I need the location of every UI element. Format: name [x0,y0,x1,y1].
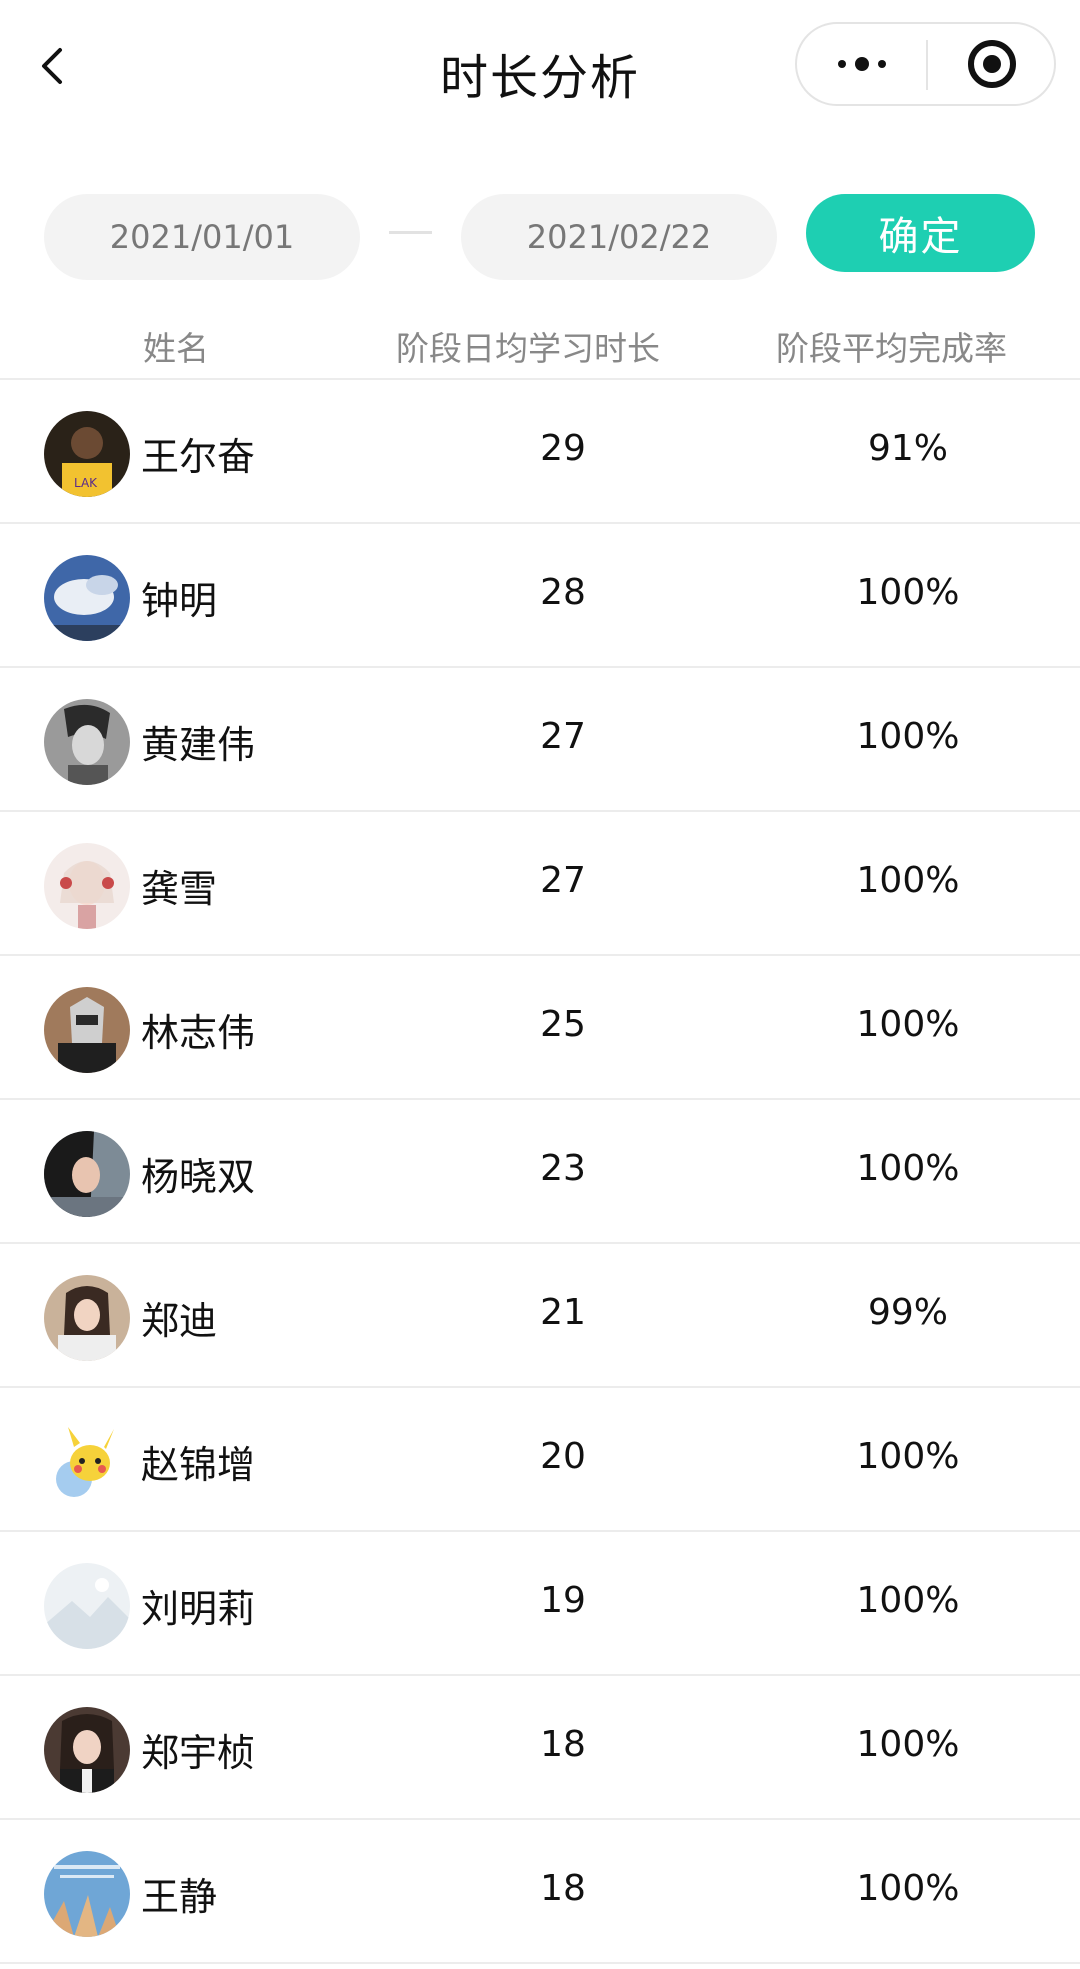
student-name: 王静 [141,1875,218,1919]
student-name: 龚雪 [141,867,218,911]
table-row[interactable]: 郑迪 21 99% [0,1244,1080,1388]
student-name: 钟明 [141,579,218,623]
more-dots-icon-right [878,60,886,68]
completion-rate: 100% [856,716,960,757]
student-name: 杨晓双 [141,1155,256,1199]
student-name: 黄建伟 [141,723,256,767]
avatar [44,1275,130,1361]
student-name: 赵锦增 [141,1443,256,1487]
avatar [44,699,130,785]
student-list: LAK 王尔奋 29 91% 钟明 28 100% 黄建伟 27 100% 龚雪… [0,380,1080,1964]
table-row[interactable]: 林志伟 25 100% [0,956,1080,1100]
daily-duration: 29 [540,428,586,469]
completion-rate: 100% [856,1148,960,1189]
avatar [44,1851,130,1937]
daily-duration: 20 [540,1436,586,1477]
completion-rate: 99% [867,1292,948,1333]
avatar [44,1419,130,1505]
completion-rate: 100% [856,860,960,901]
record-circle-icon [968,40,1016,88]
avatar [44,843,130,929]
daily-duration: 27 [540,860,586,901]
avatar [44,987,130,1073]
daily-duration: 28 [540,572,586,613]
table-row[interactable]: 黄建伟 27 100% [0,668,1080,812]
daily-duration: 27 [540,716,586,757]
completion-rate: 100% [856,572,960,613]
table-row[interactable]: 刘明莉 19 100% [0,1532,1080,1676]
column-header-rate: 阶段平均完成率 [776,329,1007,368]
range-separator [389,231,432,234]
daily-duration: 18 [540,1724,586,1765]
more-dots-icon-center [855,57,869,71]
table-row[interactable]: 杨晓双 23 100% [0,1100,1080,1244]
completion-rate: 100% [856,1436,960,1477]
confirm-button[interactable]: 确定 [806,194,1035,272]
column-header-duration: 阶段日均学习时长 [396,329,660,368]
table-row[interactable]: 郑宇桢 18 100% [0,1676,1080,1820]
table-row[interactable]: 赵锦增 20 100% [0,1388,1080,1532]
avatar [44,1707,130,1793]
avatar [44,555,130,641]
table-row[interactable]: 龚雪 27 100% [0,812,1080,956]
svg-text:LAK: LAK [74,476,98,490]
completion-rate: 91% [867,428,948,469]
close-button[interactable] [928,24,1056,104]
student-name: 刘明莉 [141,1587,256,1631]
daily-duration: 18 [540,1868,586,1909]
student-name: 郑宇桢 [141,1731,256,1775]
daily-duration: 23 [540,1148,586,1189]
daily-duration: 19 [540,1580,586,1621]
table-row[interactable]: 王静 18 100% [0,1820,1080,1964]
completion-rate: 100% [856,1580,960,1621]
mini-program-capsule [795,22,1056,106]
more-dots-icon [838,60,846,68]
daily-duration: 25 [540,1004,586,1045]
more-button[interactable] [797,24,927,104]
table-header: 姓名 阶段日均学习时长 阶段平均完成率 [0,312,1080,380]
date-filter: 2021/01/01 2021/02/22 确定 [0,194,1080,280]
daily-duration: 21 [540,1292,586,1333]
start-date-picker[interactable]: 2021/01/01 [44,194,360,280]
student-name: 郑迪 [141,1299,218,1343]
column-header-name: 姓名 [143,329,209,368]
table-row[interactable]: 钟明 28 100% [0,524,1080,668]
avatar: LAK [44,411,130,497]
completion-rate: 100% [856,1004,960,1045]
student-name: 林志伟 [141,1011,256,1055]
student-name: 王尔奋 [141,435,256,479]
table-row[interactable]: LAK 王尔奋 29 91% [0,380,1080,524]
end-date-picker[interactable]: 2021/02/22 [461,194,777,280]
avatar [44,1131,130,1217]
avatar [44,1563,130,1649]
completion-rate: 100% [856,1724,960,1765]
completion-rate: 100% [856,1868,960,1909]
navigation-bar: 时长分析 [0,0,1080,136]
